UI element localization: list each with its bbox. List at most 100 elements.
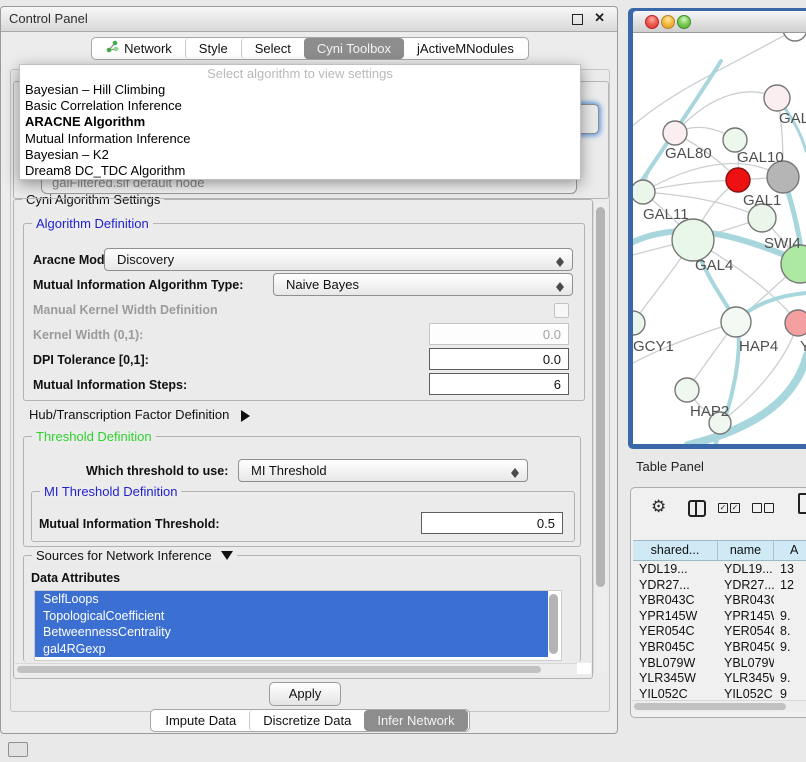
algorithm-option[interactable]: Bayesian – K2 <box>20 147 580 163</box>
table-cell[interactable]: 13 <box>774 562 806 578</box>
table-row[interactable]: YBR043CYBR043C <box>633 593 806 609</box>
algorithm-option[interactable]: Bayesian – Hill Climbing <box>20 82 580 98</box>
aracne-mode-combo[interactable]: Discovery <box>104 248 573 271</box>
table-cell[interactable]: 9. <box>774 640 806 656</box>
table-horizontal-scrollbar[interactable] <box>632 700 806 712</box>
tab-style[interactable]: Style <box>185 38 241 59</box>
table-cell[interactable]: YDR27... <box>633 578 718 594</box>
table-cell[interactable]: 8. <box>774 624 806 640</box>
page-icon[interactable] <box>798 493 806 514</box>
table-cell[interactable]: YDL19... <box>633 562 718 578</box>
table-cell[interactable]: YER054C <box>718 624 774 640</box>
attribute-item[interactable]: BetweennessCentrality <box>35 624 548 641</box>
table-cell[interactable]: YDR27... <box>718 578 774 594</box>
table-cell[interactable]: YPR145W <box>633 609 718 625</box>
float-window-icon[interactable] <box>572 14 583 25</box>
which-threshold-combo[interactable]: MI Threshold <box>238 459 528 482</box>
network-node[interactable] <box>764 85 790 111</box>
network-node[interactable] <box>633 311 645 335</box>
deselect-all-icon[interactable] <box>752 503 762 513</box>
kernel-width-field[interactable]: 0.0 <box>429 323 569 345</box>
network-graph[interactable]: GAL80GAL10GAL1GAL11SWI4GAL4GCY1HAP4YHAP2… <box>633 33 806 444</box>
algorithm-option[interactable]: ARACNE Algorithm <box>20 114 580 130</box>
attribute-list-scrollbar[interactable] <box>548 591 560 660</box>
column-header[interactable]: name <box>718 541 774 560</box>
table-cell[interactable]: YBR043C <box>718 593 774 609</box>
attribute-item[interactable]: TopologicalCoefficient <box>35 608 548 625</box>
network-node[interactable] <box>783 33 806 41</box>
mi-steps-field[interactable]: 6 <box>429 373 569 395</box>
network-node[interactable] <box>785 310 806 336</box>
tab-impute-data[interactable]: Impute Data <box>152 710 249 731</box>
table-cell[interactable]: 12 <box>774 578 806 594</box>
data-attributes-list[interactable]: SelfLoopsTopologicalCoefficientBetweenne… <box>34 590 562 661</box>
dpi-tolerance-field[interactable]: 0.0 <box>429 348 569 370</box>
deselect-all-icon[interactable] <box>764 503 774 513</box>
attribute-list-scrollbar-thumb[interactable] <box>549 594 558 654</box>
mi-type-combo[interactable]: Naive Bayes <box>273 273 573 296</box>
table-cell[interactable]: YBL079W <box>718 656 774 672</box>
table-cell[interactable] <box>774 656 806 672</box>
settings-scrollbar-thumb[interactable] <box>596 207 605 587</box>
zoom-traffic-light-icon[interactable] <box>677 15 691 29</box>
mi-threshold-field[interactable]: 0.5 <box>421 512 563 534</box>
table-cell[interactable]: YBR045C <box>718 640 774 656</box>
tab-infer-network[interactable]: Infer Network <box>364 710 467 731</box>
attribute-item[interactable]: gal4RGexp <box>35 641 548 658</box>
table-row[interactable]: YDL19...YDL19...13 <box>633 562 806 578</box>
algorithm-option[interactable]: Dream8 DC_TDC Algorithm <box>20 163 580 179</box>
table-cell[interactable] <box>774 593 806 609</box>
tab-network[interactable]: Network <box>93 38 185 59</box>
table-cell[interactable]: YLR345W <box>718 671 774 687</box>
network-node[interactable] <box>721 307 751 337</box>
hub-definition-expander[interactable]: Hub/Transcription Factor Definition <box>29 407 256 422</box>
column-header[interactable]: A <box>774 541 806 560</box>
attribute-item[interactable]: SelfLoops <box>35 591 548 608</box>
network-node[interactable] <box>663 121 687 145</box>
table-cell[interactable]: YDL19... <box>718 562 774 578</box>
apply-button[interactable]: Apply <box>269 682 341 706</box>
table-cell[interactable]: YER054C <box>633 624 718 640</box>
tab-jactivemnodules[interactable]: jActiveMNodules <box>404 38 527 59</box>
sources-title[interactable]: Sources for Network Inference <box>32 548 237 563</box>
table-cell[interactable]: 9. <box>774 609 806 625</box>
table-cell[interactable]: YBR043C <box>633 593 718 609</box>
select-all-icon[interactable]: ✓ <box>730 503 740 513</box>
column-layout-icon[interactable] <box>688 500 706 517</box>
control-panel-titlebar[interactable]: Control Panel ✕ <box>1 7 617 32</box>
tab-discretize-data[interactable]: Discretize Data <box>249 710 364 731</box>
table-row[interactable]: YPR145WYPR145W9. <box>633 609 806 625</box>
table-cell[interactable]: YBL079W <box>633 656 718 672</box>
network-node[interactable] <box>633 180 655 204</box>
tab-cyni-toolbox[interactable]: Cyni Toolbox <box>304 38 404 59</box>
horizontal-scrollbar[interactable] <box>15 663 589 675</box>
table-row[interactable]: YER054CYER054C8. <box>633 624 806 640</box>
table-row[interactable]: YLR345WYLR345W9. <box>633 671 806 687</box>
table-row[interactable]: YDR27...YDR27...12 <box>633 578 806 594</box>
network-node[interactable] <box>675 378 699 402</box>
tab-select[interactable]: Select <box>241 38 304 59</box>
table-cell[interactable]: YLR345W <box>633 671 718 687</box>
table-cell[interactable]: YPR145W <box>718 609 774 625</box>
table-cell[interactable]: 9. <box>774 671 806 687</box>
settings-scrollbar[interactable] <box>593 203 607 673</box>
table-scrollbar-thumb[interactable] <box>634 703 786 710</box>
collapsed-panel-icon[interactable] <box>8 742 28 757</box>
table-row[interactable]: YBR045CYBR045C9. <box>633 640 806 656</box>
network-node[interactable] <box>726 168 750 192</box>
network-view-window[interactable]: GAL80GAL10GAL1GAL11SWI4GAL4GCY1HAP4YHAP2… <box>628 8 806 449</box>
network-canvas[interactable]: GAL80GAL10GAL1GAL11SWI4GAL4GCY1HAP4YHAP2… <box>633 33 806 444</box>
minimize-traffic-light-icon[interactable] <box>661 15 675 29</box>
table-cell[interactable]: YBR045C <box>633 640 718 656</box>
network-node[interactable] <box>672 219 714 261</box>
close-traffic-light-icon[interactable] <box>645 15 659 29</box>
manual-kernel-checkbox[interactable] <box>554 303 569 318</box>
settings-gear-icon[interactable]: ⚙ <box>651 497 666 517</box>
select-all-icon[interactable]: ✓ <box>718 503 728 513</box>
column-header[interactable]: shared... <box>633 541 718 560</box>
algorithm-option[interactable]: Mutual Information Inference <box>20 131 580 147</box>
close-icon[interactable]: ✕ <box>594 10 605 26</box>
table-row[interactable]: YBL079WYBL079W <box>633 656 806 672</box>
network-window-titlebar[interactable] <box>633 11 806 33</box>
horizontal-scrollbar-thumb[interactable] <box>17 666 541 673</box>
